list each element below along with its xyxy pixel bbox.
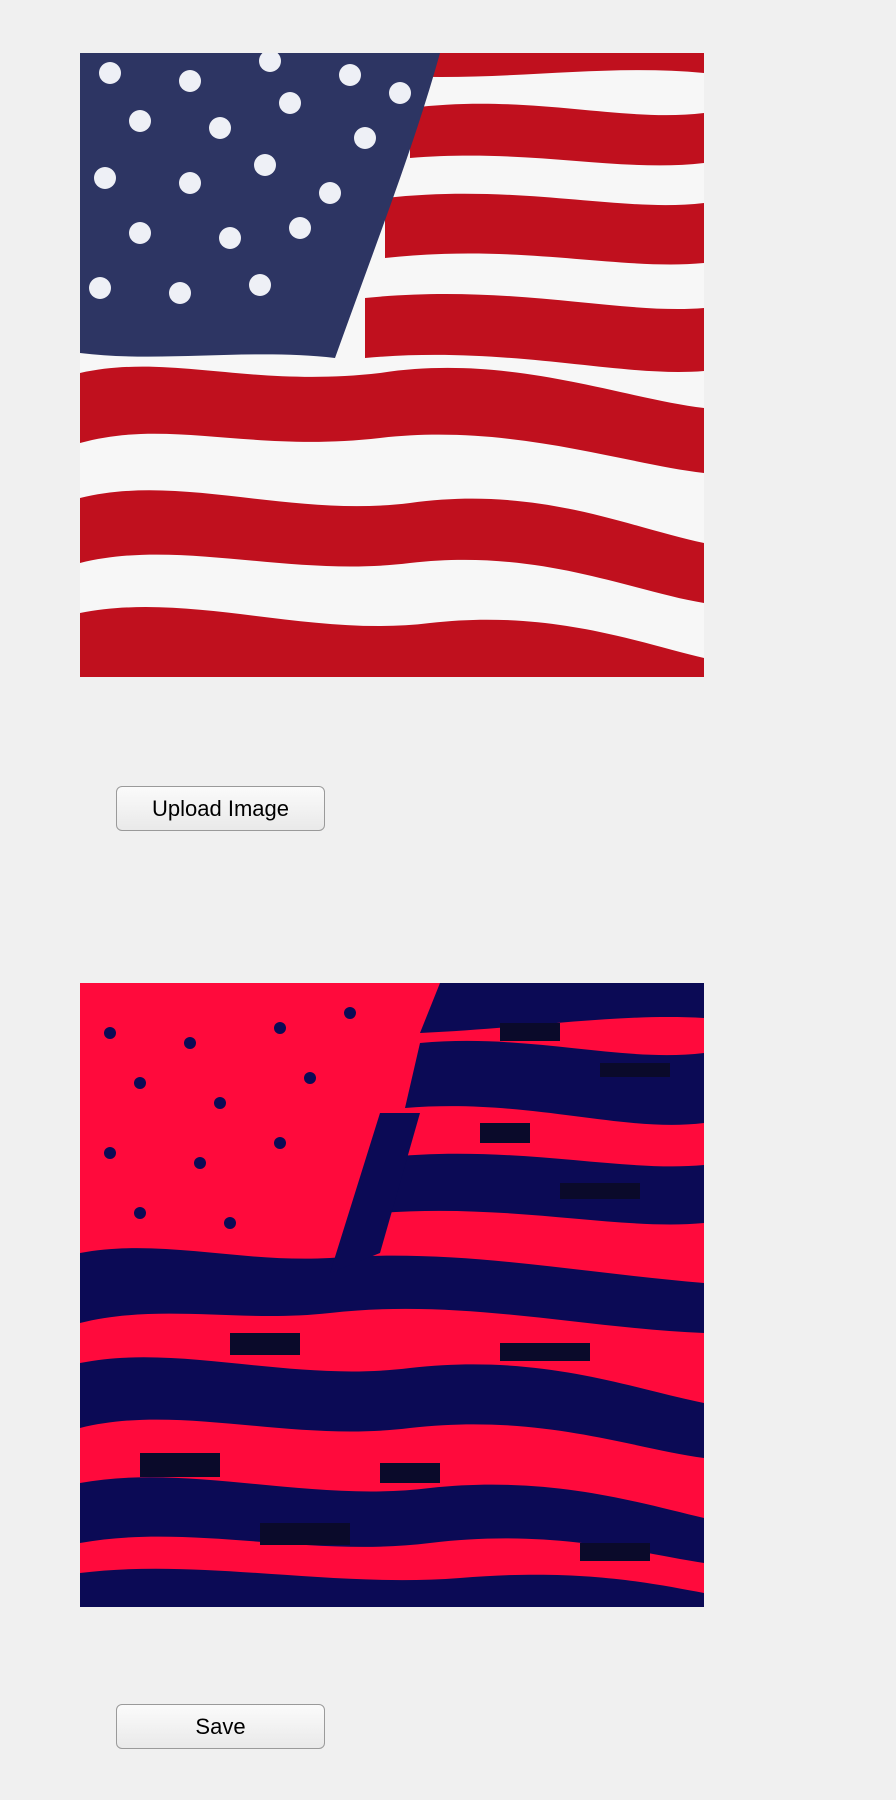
processed-flag-image — [80, 983, 704, 1607]
processed-image-panel — [80, 983, 704, 1607]
original-flag-image — [80, 53, 704, 677]
original-image-panel — [80, 53, 704, 677]
save-button[interactable]: Save — [116, 1704, 325, 1749]
upload-image-button[interactable]: Upload Image — [116, 786, 325, 831]
